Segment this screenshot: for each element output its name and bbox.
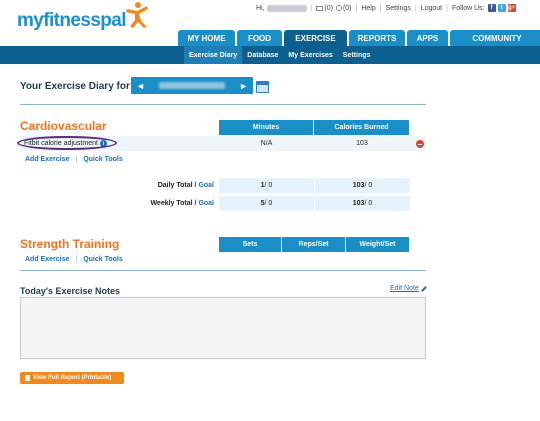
cardio-header-calories: Calories Burned — [314, 120, 410, 135]
strength-header-reps: Reps/Set — [282, 237, 346, 252]
twitter-icon[interactable]: t — [497, 4, 506, 12]
prev-day-arrow-icon[interactable]: ◄ — [136, 81, 145, 91]
cardio-section-title: Cardiovascular — [20, 119, 107, 133]
daily-calories-total: 103 / 0 — [315, 178, 410, 193]
quick-tools-link[interactable]: Quick Tools — [83, 156, 123, 163]
view-full-report-button[interactable]: View Full Report (Printable) — [20, 372, 124, 384]
next-day-arrow-icon[interactable]: ► — [239, 81, 248, 91]
add-exercise-link[interactable]: Add Exercise — [25, 256, 69, 263]
tab-community[interactable]: COMMUNITY — [450, 30, 540, 46]
mail-icon[interactable] — [316, 5, 324, 11]
follow-label: Follow Us: — [451, 4, 485, 12]
subnav-settings[interactable]: Settings — [338, 46, 376, 64]
strength-actions: Add Exercise | Quick Tools — [25, 256, 123, 263]
daily-total-label: Daily Total / Goal — [157, 182, 214, 189]
logout-link[interactable]: Logout — [421, 5, 442, 12]
subnav-database[interactable]: Database — [242, 46, 283, 64]
greeting: Hi, — [256, 4, 265, 12]
sub-nav: Exercise Diary Database My Exercises Set… — [0, 46, 540, 64]
cardio-header-minutes: Minutes — [219, 120, 314, 135]
tab-my-home[interactable]: MY HOME — [178, 30, 235, 46]
daily-goal-link[interactable]: Goal — [198, 182, 214, 189]
annotation-oval — [17, 136, 117, 150]
friends-icon[interactable] — [335, 5, 342, 11]
main-nav: MY HOME FOOD EXERCISE REPORTS APPS COMMU… — [178, 30, 540, 46]
tab-reports[interactable]: REPORTS — [349, 30, 405, 46]
edit-note-label[interactable]: Edit Note — [390, 285, 419, 292]
notes-title: Today's Exercise Notes — [20, 286, 121, 296]
messages-count[interactable]: (0) — [324, 5, 333, 12]
edit-note-link[interactable]: Edit Note — [390, 285, 427, 292]
quick-tools-link[interactable]: Quick Tools — [83, 256, 123, 263]
tab-exercise[interactable]: EXERCISE — [284, 30, 347, 46]
subnav-exercise-diary[interactable]: Exercise Diary — [184, 46, 243, 64]
daily-minutes-total: 1 / 0 — [219, 178, 314, 193]
settings-link[interactable]: Settings — [386, 5, 411, 12]
diary-date-label: Your Exercise Diary for: — [20, 81, 134, 92]
facebook-icon[interactable]: f — [487, 4, 496, 12]
running-figure-icon — [125, 2, 148, 28]
divider — [20, 104, 426, 105]
report-button-label[interactable]: View Full Report (Printable) — [33, 375, 111, 381]
date-selector: ◄ ► — [131, 77, 253, 94]
strength-header-weight: Weight/Set — [346, 237, 410, 252]
cardio-actions: Add Exercise | Quick Tools — [25, 156, 123, 163]
google-plus-icon[interactable]: g+ — [507, 4, 516, 12]
weekly-minutes-total: 5 / 0 — [219, 196, 314, 211]
divider — [20, 270, 426, 271]
minutes-cell: N/A — [260, 140, 273, 147]
brand-name: myfitnesspal — [17, 10, 127, 31]
strength-header-sets: Sets — [219, 237, 282, 252]
brand-logo[interactable]: myfitnesspal — [17, 2, 151, 31]
username-redacted — [266, 4, 307, 12]
top-links: Hi, | (0) (0) | Help | Settings | Logout… — [256, 4, 516, 12]
calories-cell: 103 — [356, 140, 368, 147]
weekly-calories-total: 103 / 0 — [315, 196, 410, 211]
weekly-goal-link[interactable]: Goal — [198, 200, 214, 207]
weekly-total-label: Weekly Total / Goal — [150, 200, 214, 207]
calendar-icon[interactable] — [256, 81, 269, 93]
add-exercise-link[interactable]: Add Exercise — [25, 156, 69, 163]
notes-box — [20, 297, 426, 359]
tab-apps[interactable]: APPS — [407, 30, 448, 46]
friends-count[interactable]: (0) — [343, 5, 352, 12]
current-date-redacted — [159, 82, 225, 89]
strength-section-title: Strength Training — [20, 237, 120, 251]
document-icon — [25, 375, 30, 381]
pencil-icon[interactable] — [420, 285, 427, 292]
tab-food[interactable]: FOOD — [237, 30, 282, 46]
help-link[interactable]: Help — [361, 5, 375, 12]
delete-icon[interactable] — [416, 140, 424, 148]
subnav-my-exercises[interactable]: My Exercises — [283, 46, 337, 64]
